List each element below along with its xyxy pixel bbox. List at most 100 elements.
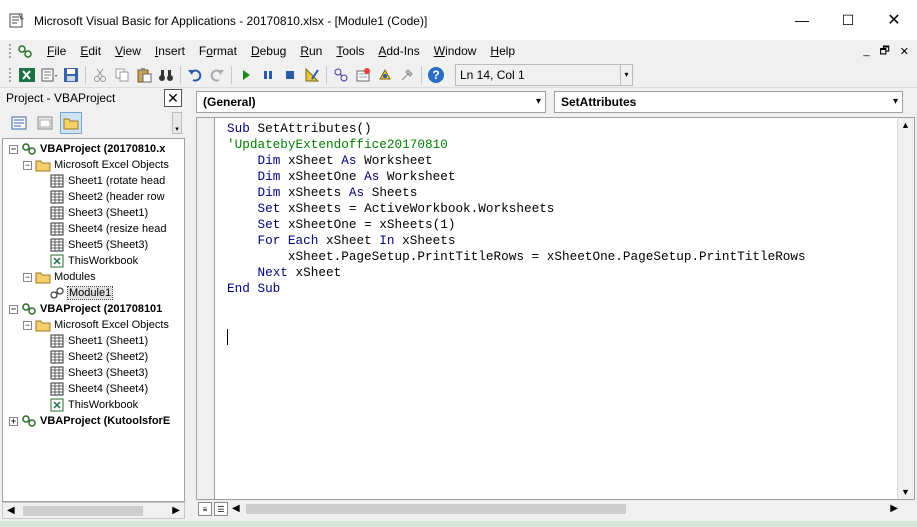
tree-item[interactable]: Sheet1 (Sheet1) [49,333,148,349]
design-mode-button[interactable] [301,64,323,86]
full-module-view-button[interactable]: ☰ [214,502,228,516]
menu-edit[interactable]: Edit [73,40,108,62]
vba-menu-icon[interactable] [16,42,34,60]
project-pane-close-button[interactable]: ✕ [164,89,182,107]
menu-file[interactable]: File [40,40,73,62]
code-line[interactable]: Set xSheets = ActiveWorkbook.Worksheets [227,201,806,217]
tree-item[interactable]: − Modules [23,269,96,285]
collapse-icon[interactable]: − [23,320,32,330]
view-excel-button[interactable] [16,64,38,86]
tree-item[interactable]: − Microsoft Excel Objects [23,157,169,173]
scroll-right-arrow[interactable]: ▶ [890,503,898,514]
code-vscrollbar[interactable]: ▲ ▼ [897,118,914,499]
code-line[interactable]: Set xSheetOne = xSheets(1) [227,217,806,233]
mdi-close-button[interactable]: ✕ [900,45,909,58]
code-line[interactable]: Dim xSheets As Sheets [227,185,806,201]
chevron-down-icon[interactable]: ▾ [893,92,898,112]
insert-object-button[interactable] [38,64,60,86]
find-button[interactable] [155,64,177,86]
tree-item[interactable]: Sheet5 (Sheet3) [49,237,148,253]
mdi-minimize-button[interactable]: _ [863,45,869,57]
menu-debug[interactable]: Debug [244,40,293,62]
tree-item[interactable]: ThisWorkbook [49,253,138,269]
tree-item[interactable]: Sheet2 (Sheet2) [49,349,148,365]
tree-item[interactable]: Sheet3 (Sheet1) [49,205,148,221]
code-line[interactable]: 'UpdatebyExtendoffice20170810 [227,137,806,153]
code-hscrollbar[interactable]: ◀ ▶ [232,501,898,517]
scroll-left-arrow[interactable]: ◀ [7,505,15,516]
menu-window[interactable]: Window [427,40,484,62]
object-combobox[interactable]: (General) ▾ [196,91,546,113]
code-editor[interactable]: Sub SetAttributes() 'UpdatebyExtendoffice… [196,117,915,500]
tree-item[interactable]: − VBAProject (201708101 [9,301,162,317]
margin-indicator-bar[interactable] [197,118,215,499]
maximize-button[interactable]: ☐ [825,0,871,40]
toolbar-options-dropdown[interactable]: ▾ [620,64,632,85]
scroll-up-arrow[interactable]: ▲ [901,120,910,130]
tree-item[interactable]: Sheet1 (rotate head [49,173,165,189]
code-line[interactable]: Sub SetAttributes() [227,121,806,137]
tree-item[interactable]: Sheet3 (Sheet3) [49,365,148,381]
menu-tools[interactable]: Tools [329,40,371,62]
tree-item[interactable]: Sheet4 (Sheet4) [49,381,148,397]
project-explorer-button[interactable] [330,64,352,86]
scroll-left-arrow[interactable]: ◀ [232,503,240,514]
project-toolbar-overflow[interactable]: ▾ [172,112,182,134]
code-line[interactable]: Dim xSheet As Worksheet [227,153,806,169]
code-line[interactable]: Next xSheet [227,265,806,281]
scroll-down-arrow[interactable]: ▼ [901,487,910,497]
run-button[interactable] [235,64,257,86]
undo-button[interactable] [184,64,206,86]
code-line[interactable]: For Each xSheet In xSheets [227,233,806,249]
object-browser-button[interactable] [374,64,396,86]
break-button[interactable] [257,64,279,86]
tree-item[interactable]: + VBAProject (KutoolsforE [9,413,170,429]
tree-item[interactable]: − Microsoft Excel Objects [23,317,169,333]
scroll-right-arrow[interactable]: ▶ [172,505,180,516]
collapse-icon[interactable]: − [23,272,32,282]
code-line[interactable]: xSheet.PageSetup.PrintTitleRows = xSheet… [227,249,806,265]
project-tree-hscrollbar[interactable]: ◀ ▶ [2,502,185,519]
tree-item[interactable]: Sheet4 (resize head [49,221,166,237]
properties-window-button[interactable] [352,64,374,86]
scroll-thumb[interactable] [246,504,626,514]
code-text[interactable]: Sub SetAttributes() 'UpdatebyExtendoffice… [227,121,806,297]
expand-icon[interactable]: + [9,416,18,426]
chevron-down-icon[interactable]: ▾ [536,92,541,112]
collapse-icon[interactable]: − [9,304,18,314]
tree-item[interactable]: − VBAProject (20170810.x [9,141,165,157]
procedure-combobox[interactable]: SetAttributes ▾ [554,91,903,113]
tree-item[interactable]: Module1 [49,285,114,301]
toggle-folders-button[interactable] [60,112,82,134]
cut-button[interactable] [89,64,111,86]
copy-button[interactable] [111,64,133,86]
toolbar-grip[interactable] [8,66,12,83]
view-object-button[interactable] [34,112,56,134]
code-line[interactable]: End Sub [227,281,806,297]
menubar-grip[interactable] [8,43,12,59]
code-line[interactable]: Dim xSheetOne As Worksheet [227,169,806,185]
project-tree[interactable]: − VBAProject (20170810.x − Microsoft Excel … [2,138,185,502]
close-button[interactable]: ✕ [871,0,917,40]
tree-item[interactable]: ThisWorkbook [49,397,138,413]
collapse-icon[interactable]: − [23,160,32,170]
menu-add-ins[interactable]: Add-Ins [371,40,426,62]
paste-button[interactable] [133,64,155,86]
toolbox-button[interactable] [396,64,418,86]
scroll-thumb[interactable] [23,506,143,516]
save-button[interactable] [60,64,82,86]
redo-button[interactable] [206,64,228,86]
procedure-view-button[interactable]: ≡ [198,502,212,516]
reset-button[interactable] [279,64,301,86]
menu-run[interactable]: Run [293,40,329,62]
collapse-icon[interactable]: − [9,144,18,154]
menu-view[interactable]: View [108,40,148,62]
help-button[interactable]: ? [425,64,447,86]
menu-help[interactable]: Help [483,40,522,62]
mdi-restore-button[interactable]: 🗗 [879,42,889,61]
menu-insert[interactable]: Insert [148,40,192,62]
view-code-button[interactable] [8,112,30,134]
minimize-button[interactable]: — [779,0,825,40]
menu-format[interactable]: Format [192,40,244,62]
tree-item[interactable]: Sheet2 (header row [49,189,165,205]
